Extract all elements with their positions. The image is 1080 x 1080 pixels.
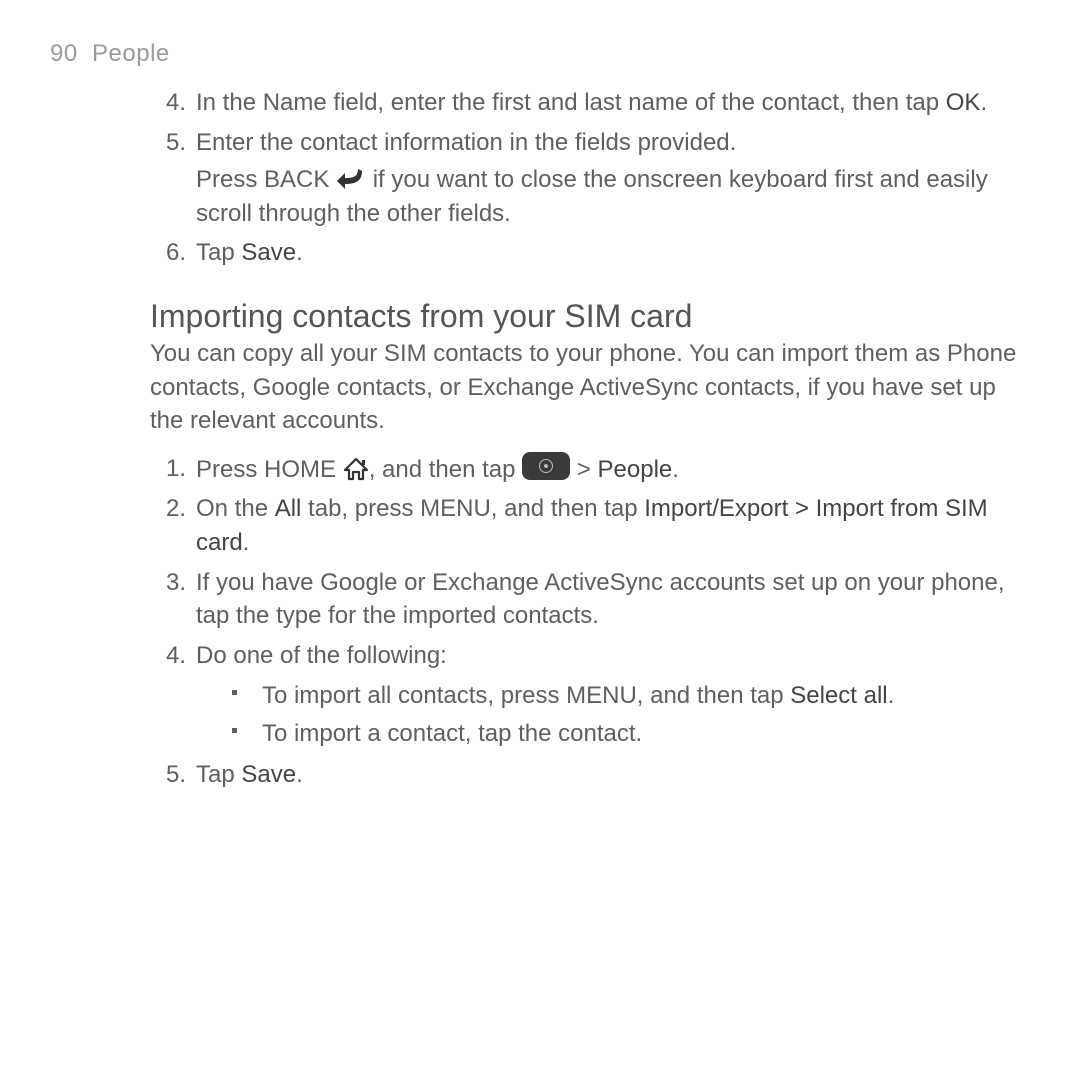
step-text: > [577,456,598,483]
step-text: Do one of the following: [196,642,447,669]
section-heading: Importing contacts from your SIM card [150,298,1020,335]
bullet-text: To import all contacts, press MENU, and … [262,682,790,709]
import-step-4: 4. Do one of the following: To import al… [150,639,1020,753]
save-label: Save [241,239,296,266]
step-text: Enter the contact information in the fie… [196,129,736,156]
home-icon [343,457,369,481]
step-number: 4. [150,639,186,673]
step-4: 4. In the Name field, enter the first an… [150,86,1020,120]
save-label: Save [241,761,296,788]
continued-steps: 4. In the Name field, enter the first an… [150,86,1020,270]
step-number: 3. [150,566,186,600]
step-text-tail: . [296,239,303,266]
select-all-label: Select all [790,682,887,709]
document-page: 90 People 4. In the Name field, enter th… [0,0,1080,838]
back-arrow-icon [336,167,366,191]
page-number: 90 [50,40,78,67]
step-text: , and then tap [369,456,522,483]
step-text-tail: . [243,529,250,556]
bullet-list: To import all contacts, press MENU, and … [196,678,1020,752]
step-number: 5. [150,126,186,160]
bullet-text: To import a contact, tap the contact. [262,720,642,747]
sub-before: Press BACK [196,166,336,193]
import-step-3: 3. If you have Google or Exchange Active… [150,566,1020,633]
step-5: 5. Enter the contact information in the … [150,126,1020,231]
step-number: 6. [150,236,186,270]
step-6: 6. Tap Save. [150,236,1020,270]
step-text: Tap [196,239,241,266]
ok-label: OK [946,89,981,116]
bullet-dot-icon [232,728,237,733]
section-name: People [92,40,170,67]
bullet-item: To import a contact, tap the contact. [232,716,1020,752]
bullet-text-tail: . [888,682,895,709]
page-content: 4. In the Name field, enter the first an… [50,86,1030,792]
step-text: tab, press MENU, and then tap [301,495,644,522]
section-intro: You can copy all your SIM contacts to yo… [150,337,1020,438]
step-subtext: Press BACK if you want to close the onsc… [196,163,1020,230]
step-number: 4. [150,86,186,120]
import-step-5: 5. Tap Save. [150,758,1020,792]
step-text: In the Name field, enter the first and l… [196,89,946,116]
import-steps: 1. Press HOME , and then tap > People. 2… [150,452,1020,792]
bullet-dot-icon [232,690,237,695]
import-step-2: 2. On the All tab, press MENU, and then … [150,492,1020,559]
step-text-tail: . [672,456,679,483]
step-text-tail: . [980,89,987,116]
step-number: 1. [150,452,186,486]
step-text-tail: . [296,761,303,788]
step-number: 2. [150,492,186,526]
bullet-item: To import all contacts, press MENU, and … [232,678,1020,714]
page-header: 90 People [50,40,1030,68]
import-step-1: 1. Press HOME , and then tap > People. [150,452,1020,487]
apps-button-icon [522,452,570,480]
step-text: If you have Google or Exchange ActiveSyn… [196,569,1005,630]
people-label: People [598,456,673,483]
step-text: On the [196,495,275,522]
all-tab-label: All [275,495,302,522]
step-text: Tap [196,761,241,788]
step-number: 5. [150,758,186,792]
step-text: Press HOME [196,456,343,483]
